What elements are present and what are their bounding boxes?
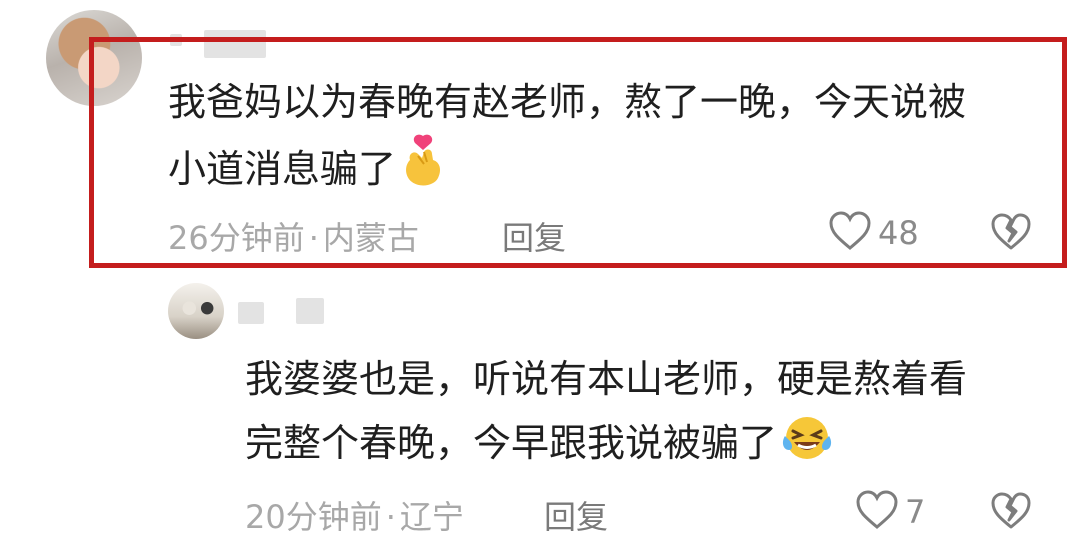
username-redacted bbox=[296, 298, 324, 324]
dislike-button[interactable] bbox=[990, 492, 1032, 534]
username-redacted bbox=[238, 302, 264, 324]
comment-location: 内蒙古 bbox=[322, 219, 419, 257]
meta-separator: · bbox=[308, 219, 319, 257]
comment-text-line: 我婆婆也是，听说有本山老师，硬是熬着看 bbox=[245, 357, 968, 401]
comment-text: 我爸妈以为春晚有赵老师，熬了一晚，今天说被 小道消息骗了 bbox=[168, 70, 1048, 207]
meta-separator: · bbox=[385, 498, 396, 536]
like-count: 7 bbox=[905, 493, 926, 531]
dislike-button[interactable] bbox=[990, 213, 1032, 255]
broken-heart-icon bbox=[990, 213, 1032, 255]
comment-time: 20分钟前 bbox=[245, 498, 382, 536]
heart-icon bbox=[828, 211, 872, 255]
reply-button[interactable]: 回复 bbox=[544, 492, 608, 538]
finger-heart-emoji-icon bbox=[400, 134, 446, 207]
broken-heart-icon bbox=[990, 492, 1032, 534]
comment-text: 我婆婆也是，听说有本山老师，硬是熬着看 完整个春晚，今早跟我说被骗了 bbox=[245, 347, 1045, 481]
like-button[interactable]: 7 bbox=[855, 490, 925, 534]
comment-text-line: 我爸妈以为春晚有赵老师，熬了一晚，今天说被 bbox=[168, 80, 967, 124]
reply-button[interactable]: 回复 bbox=[502, 213, 566, 259]
comment-location: 辽宁 bbox=[399, 498, 464, 536]
comment-text-line: 小道消息骗了 bbox=[168, 147, 397, 191]
avatar[interactable] bbox=[168, 283, 224, 339]
like-count: 48 bbox=[878, 214, 919, 252]
comment-text-line: 完整个春晚，今早跟我说被骗了 bbox=[245, 421, 778, 465]
comment-meta: 26分钟前 · 内蒙古 bbox=[168, 213, 419, 259]
comment-thread: 我爸妈以为春晚有赵老师，熬了一晚，今天说被 小道消息骗了 26分钟前 · 内蒙古 回复… bbox=[0, 0, 1077, 559]
comment-time: 26分钟前 bbox=[168, 219, 305, 257]
heart-icon bbox=[855, 490, 899, 534]
comment-meta: 20分钟前 · 辽宁 bbox=[245, 492, 464, 538]
like-button[interactable]: 48 bbox=[828, 211, 919, 255]
laughing-tears-emoji-icon bbox=[781, 414, 833, 481]
